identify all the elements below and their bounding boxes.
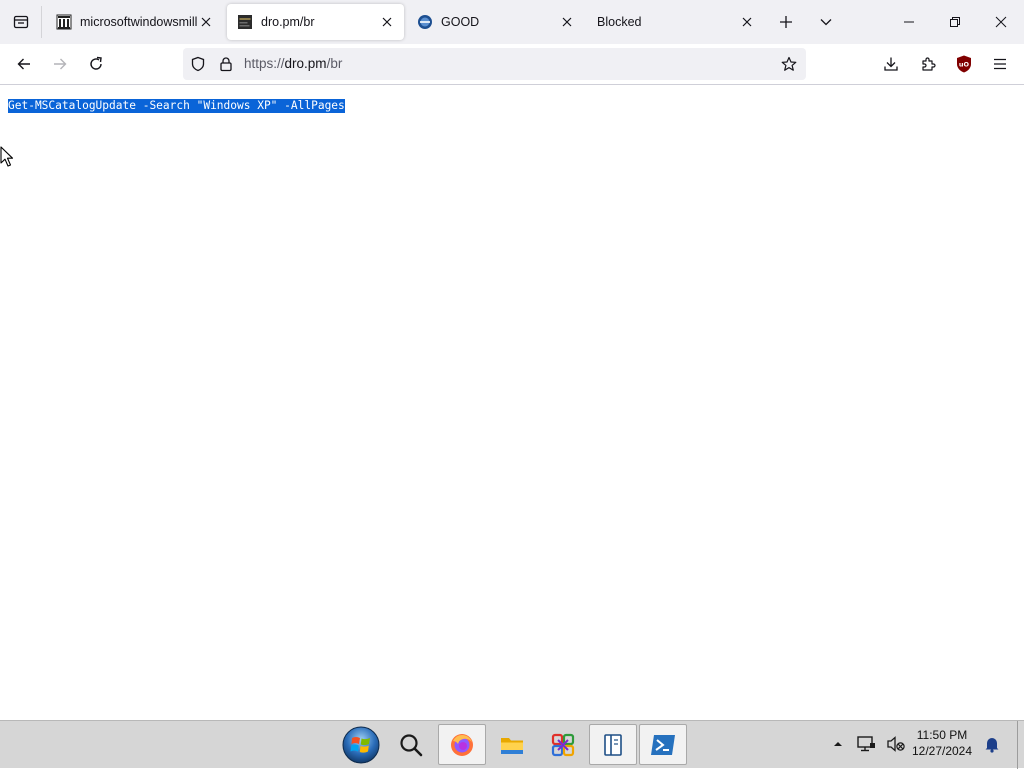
tab-blocked[interactable]: Blocked (587, 4, 763, 40)
tab-dro-pm[interactable]: dro.pm/br (227, 4, 404, 40)
caret-up-icon (834, 742, 842, 746)
close-icon (742, 17, 752, 27)
tab-overflow-button[interactable] (810, 6, 842, 38)
close-tab-button[interactable] (196, 12, 216, 32)
minimize-button[interactable] (886, 0, 932, 44)
close-icon (201, 17, 211, 27)
tab-strip: microsoftwindowsmill dro.pm/br GOOD Bloc… (0, 0, 1024, 44)
navigation-toolbar: https://dro.pm/br uO (0, 44, 1024, 85)
url-scheme: https:// (244, 56, 285, 71)
tray-network-button[interactable] (855, 733, 877, 755)
close-tab-button[interactable] (377, 12, 397, 32)
restore-icon (950, 17, 960, 27)
close-window-button[interactable] (978, 0, 1024, 44)
folder-icon (501, 737, 523, 754)
shield-icon (191, 56, 205, 72)
tab-title: dro.pm/br (261, 15, 315, 29)
powershell-icon (651, 734, 675, 755)
ublock-origin-icon: uO (957, 55, 971, 73)
clock-time: 11:50 PM (916, 728, 968, 742)
archive-org-icon (56, 14, 72, 30)
reload-button[interactable] (81, 49, 111, 79)
new-tab-button[interactable] (770, 6, 802, 38)
site-info-button[interactable] (218, 56, 234, 72)
lock-icon (220, 57, 232, 72)
close-icon (562, 17, 572, 27)
url-text: https://dro.pm/br (244, 48, 342, 80)
close-icon (382, 17, 392, 27)
svg-text:uO: uO (959, 61, 970, 69)
tab-title: microsoftwindowsmill (80, 15, 198, 29)
search-button[interactable] (387, 724, 435, 765)
tab-title: Blocked (597, 15, 642, 29)
book-icon (604, 733, 622, 756)
bookmark-button[interactable] (781, 56, 797, 72)
back-button[interactable] (9, 49, 39, 79)
search-icon (400, 733, 423, 756)
close-tab-button[interactable] (557, 12, 577, 32)
forward-arrow-icon (54, 58, 67, 70)
download-icon (884, 57, 898, 71)
ublock-origin-button[interactable]: uO (949, 49, 979, 79)
restore-button[interactable] (932, 0, 978, 44)
taskbar-firefox[interactable] (438, 724, 486, 765)
back-arrow-icon (17, 58, 30, 70)
taskbar-app-5[interactable] (589, 724, 637, 765)
close-tab-button[interactable] (737, 12, 757, 32)
taskbar-powershell[interactable] (639, 724, 687, 765)
show-desktop-button[interactable] (1017, 721, 1024, 769)
network-monitor-icon (857, 736, 875, 752)
tab-title: GOOD (441, 15, 480, 29)
mouse-cursor-icon (0, 146, 14, 167)
taskbar-file-explorer[interactable] (488, 724, 536, 765)
good-site-icon (418, 15, 432, 29)
chevron-down-icon (820, 19, 832, 26)
page-content: Get-MSCatalogUpdate -Search "Windows XP"… (0, 85, 1024, 720)
extensions-button[interactable] (913, 49, 943, 79)
colorful-app-icon (551, 733, 575, 756)
reload-icon (90, 56, 102, 70)
bell-icon (985, 738, 999, 753)
taskbar-clock[interactable]: 11:50 PM 12/27/2024 (908, 727, 976, 759)
selected-command-text[interactable]: Get-MSCatalogUpdate -Search "Windows XP"… (8, 99, 345, 113)
minimize-icon (904, 21, 914, 23)
url-path: /br (326, 56, 343, 71)
url-bar[interactable]: https://dro.pm/br (183, 48, 806, 80)
tab-archive[interactable]: microsoftwindowsmill (46, 4, 222, 40)
speaker-muted-icon (887, 736, 905, 752)
app-menu-button[interactable] (985, 49, 1015, 79)
url-host: dro.pm (284, 56, 327, 71)
close-icon (995, 16, 1007, 28)
notification-center-button[interactable] (981, 733, 1003, 755)
plus-icon (780, 16, 792, 28)
tab-good[interactable]: GOOD (407, 4, 583, 40)
tab-list-icon (13, 15, 28, 29)
command-text-line: Get-MSCatalogUpdate -Search "Windows XP"… (8, 98, 345, 113)
clock-date: 12/27/2024 (911, 744, 973, 758)
show-hidden-icons-button[interactable] (827, 733, 849, 755)
downloads-button[interactable] (876, 49, 906, 79)
star-icon (781, 56, 797, 71)
puzzle-icon (922, 57, 936, 71)
start-button[interactable] (337, 724, 385, 765)
firefox-icon (451, 733, 473, 756)
tracking-protection-button[interactable] (190, 56, 206, 72)
hamburger-menu-icon (994, 58, 1006, 70)
windows-orb-icon (342, 726, 380, 763)
tray-volume-button[interactable] (885, 733, 907, 755)
forward-button[interactable] (45, 49, 75, 79)
list-all-tabs-button[interactable] (0, 0, 41, 44)
tab-separator (41, 6, 42, 38)
taskbar-app-4[interactable] (539, 724, 587, 765)
taskbar: 11:50 PM 12/27/2024 (0, 720, 1024, 769)
dro-pm-icon (238, 15, 252, 29)
